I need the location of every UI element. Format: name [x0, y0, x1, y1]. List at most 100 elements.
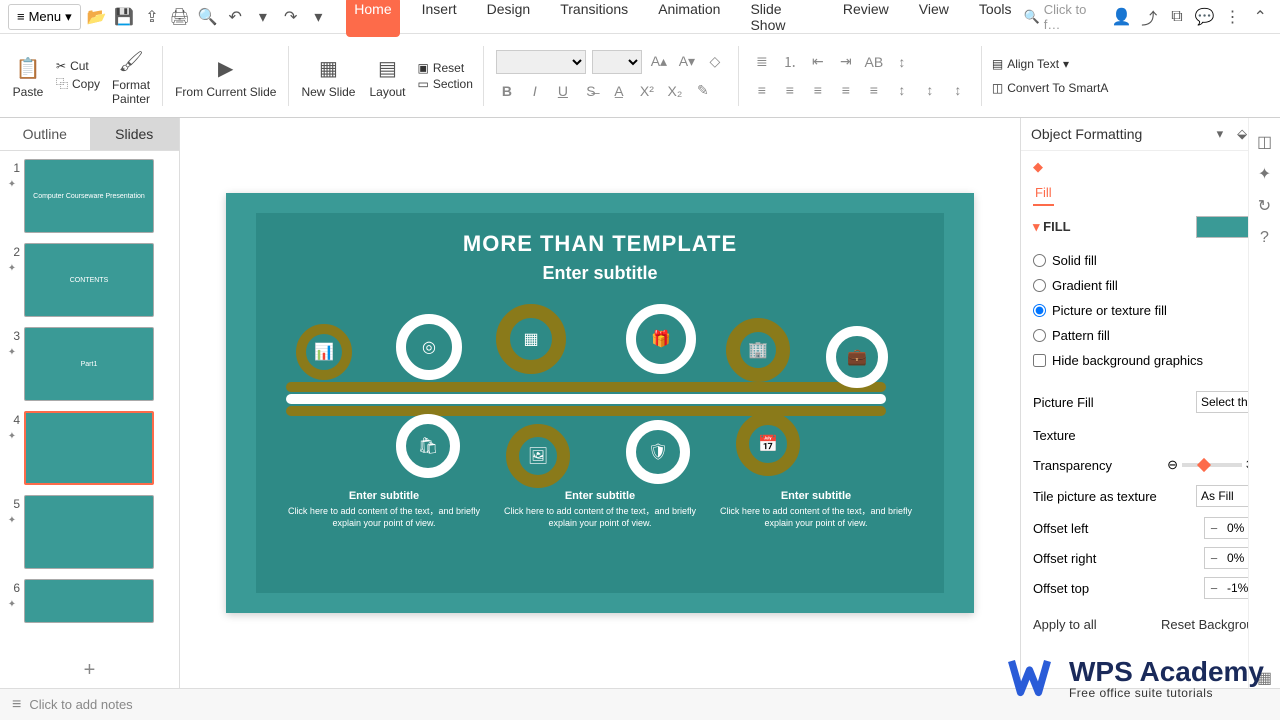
spacing3-icon[interactable]: ↕: [947, 79, 969, 101]
properties-icon[interactable]: ◫: [1255, 132, 1275, 152]
search-box[interactable]: 🔍 Click to f…: [1024, 2, 1106, 32]
outline-tab[interactable]: Outline: [0, 118, 90, 150]
offset-left-label: Offset left: [1033, 521, 1198, 536]
slide-thumb-6[interactable]: [24, 579, 154, 623]
slide-thumb-2[interactable]: CONTENTS: [24, 243, 154, 317]
new-slide-button[interactable]: ▦ New Slide: [295, 53, 361, 99]
menubar: ≡ Menu ▾ 📂 💾 ⇪ 🖨 🔍 ↶ ▾ ↷ ▾ Home Insert D…: [0, 0, 1280, 34]
export-icon[interactable]: ⇪: [140, 5, 164, 29]
tab-tools[interactable]: Tools: [971, 0, 1020, 37]
tab-slideshow[interactable]: Slide Show: [742, 0, 820, 37]
align-center-icon[interactable]: ≡: [779, 79, 801, 101]
spacing2-icon[interactable]: ↕: [919, 79, 941, 101]
italic-icon[interactable]: I: [524, 80, 546, 102]
chevron-down-icon[interactable]: ▾: [307, 5, 331, 29]
minus-icon[interactable]: ⊖: [1167, 457, 1178, 473]
section-button[interactable]: ▭Section: [418, 77, 473, 91]
sort-icon[interactable]: ↕: [891, 51, 913, 73]
undo-icon[interactable]: ↶: [223, 5, 247, 29]
chevron-down-icon[interactable]: ▾: [1217, 126, 1224, 142]
bold-icon[interactable]: B: [496, 80, 518, 102]
underline-icon[interactable]: U: [552, 80, 574, 102]
tab-design[interactable]: Design: [479, 0, 539, 37]
menu-button[interactable]: ≡ Menu ▾: [8, 4, 81, 30]
decrease-indent-icon[interactable]: ⇤: [807, 51, 829, 73]
justify-icon[interactable]: ≡: [835, 79, 857, 101]
distribute-icon[interactable]: ≡: [863, 79, 885, 101]
open-icon[interactable]: 📂: [85, 5, 109, 29]
solid-fill-radio[interactable]: Solid fill: [1033, 248, 1268, 273]
from-current-slide-button[interactable]: ▶ From Current Slide: [169, 53, 282, 99]
convert-smartart-button[interactable]: ◫Convert To SmartA: [992, 81, 1109, 95]
align-text-icon: ▤: [992, 57, 1003, 71]
share-icon[interactable]: ⤴: [1137, 5, 1161, 29]
highlight-icon[interactable]: ✎: [692, 80, 714, 102]
anim-icon: ✦: [8, 263, 16, 274]
smartart-label: Convert To SmartA: [1007, 81, 1108, 95]
add-slide-button[interactable]: +: [0, 652, 179, 688]
paste-button[interactable]: 📋 Paste: [6, 53, 50, 99]
cut-button[interactable]: ✂Cut: [56, 59, 100, 73]
increase-font-icon[interactable]: A▴: [648, 51, 670, 73]
increase-indent-icon[interactable]: ⇥: [835, 51, 857, 73]
slides-tab[interactable]: Slides: [90, 118, 180, 150]
print-icon[interactable]: 🖨: [168, 5, 192, 29]
save-icon[interactable]: 💾: [112, 5, 136, 29]
tab-animation[interactable]: Animation: [650, 0, 728, 37]
more-icon[interactable]: ⋮: [1221, 5, 1245, 29]
pattern-fill-radio[interactable]: Pattern fill: [1033, 323, 1268, 348]
font-color-icon[interactable]: A̲: [608, 80, 630, 102]
slide-thumb-3[interactable]: Part1: [24, 327, 154, 401]
align-right-icon[interactable]: ≡: [807, 79, 829, 101]
hide-bg-checkbox[interactable]: Hide background graphics: [1033, 348, 1268, 373]
redo-icon[interactable]: ↷: [279, 5, 303, 29]
strikethrough-icon[interactable]: S̶: [580, 80, 602, 102]
chevron-down-icon[interactable]: ▾: [251, 5, 275, 29]
history-icon[interactable]: ↻: [1255, 196, 1275, 216]
line-spacing-icon[interactable]: ↕: [891, 79, 913, 101]
reset-button[interactable]: ▣Reset: [418, 61, 473, 75]
tab-review[interactable]: Review: [835, 0, 897, 37]
user-icon[interactable]: 👤: [1110, 5, 1134, 29]
collapse-icon[interactable]: ⌃: [1248, 5, 1272, 29]
tab-home[interactable]: Home: [346, 0, 399, 37]
tab-insert[interactable]: Insert: [414, 0, 465, 37]
clear-format-icon[interactable]: ◇: [704, 51, 726, 73]
grid-icon[interactable]: ▦: [1255, 668, 1275, 688]
text-direction-icon[interactable]: AB: [863, 51, 885, 73]
slide-thumb-5[interactable]: [24, 495, 154, 569]
superscript-icon[interactable]: X²: [636, 80, 658, 102]
sparkle-icon[interactable]: ✦: [1255, 164, 1275, 184]
comment-icon[interactable]: 💬: [1193, 5, 1217, 29]
notes-bar[interactable]: ≡ Click to add notes: [0, 688, 1280, 720]
align-left-icon[interactable]: ≡: [751, 79, 773, 101]
numbering-icon[interactable]: ⒈: [779, 51, 801, 73]
copy-button[interactable]: ⿻Copy: [56, 75, 100, 92]
help-icon[interactable]: ?: [1255, 228, 1275, 248]
picture-fill-radio[interactable]: Picture or texture fill: [1033, 298, 1268, 323]
fill-tab[interactable]: Fill: [1033, 181, 1054, 206]
gradient-fill-radio[interactable]: Gradient fill: [1033, 273, 1268, 298]
search-icon: 🔍: [1024, 9, 1040, 25]
transparency-slider[interactable]: [1182, 463, 1242, 467]
apply-to-all-button[interactable]: Apply to all: [1033, 617, 1097, 632]
tab-view[interactable]: View: [911, 0, 957, 37]
fill-section-label: FILL: [1043, 219, 1070, 234]
font-family-select[interactable]: [496, 50, 586, 74]
radio-label: Pattern fill: [1052, 328, 1110, 343]
current-slide[interactable]: MORE THAN TEMPLATE Enter subtitle 📊 ◎ ▦ …: [226, 193, 974, 613]
preview-icon[interactable]: 🔍: [196, 5, 220, 29]
subscript-icon[interactable]: X₂: [664, 80, 686, 102]
tab-transitions[interactable]: Transitions: [552, 0, 636, 37]
bullets-icon[interactable]: ≣: [751, 51, 773, 73]
slide-thumb-1[interactable]: Computer Courseware Presentation: [24, 159, 154, 233]
main-area: Outline Slides 1✦ Computer Courseware Pr…: [0, 118, 1280, 688]
layout-button[interactable]: ▤ Layout: [363, 53, 411, 99]
align-text-button[interactable]: ▤Align Text▾: [992, 57, 1109, 71]
slide-thumb-4[interactable]: [24, 411, 154, 485]
font-size-select[interactable]: [592, 50, 642, 74]
col-text: Click here to add content of the text，an…: [719, 506, 913, 529]
window-icon[interactable]: ⧉: [1165, 5, 1189, 29]
format-painter-button[interactable]: 🖌 Format Painter: [106, 46, 156, 106]
decrease-font-icon[interactable]: A▾: [676, 51, 698, 73]
